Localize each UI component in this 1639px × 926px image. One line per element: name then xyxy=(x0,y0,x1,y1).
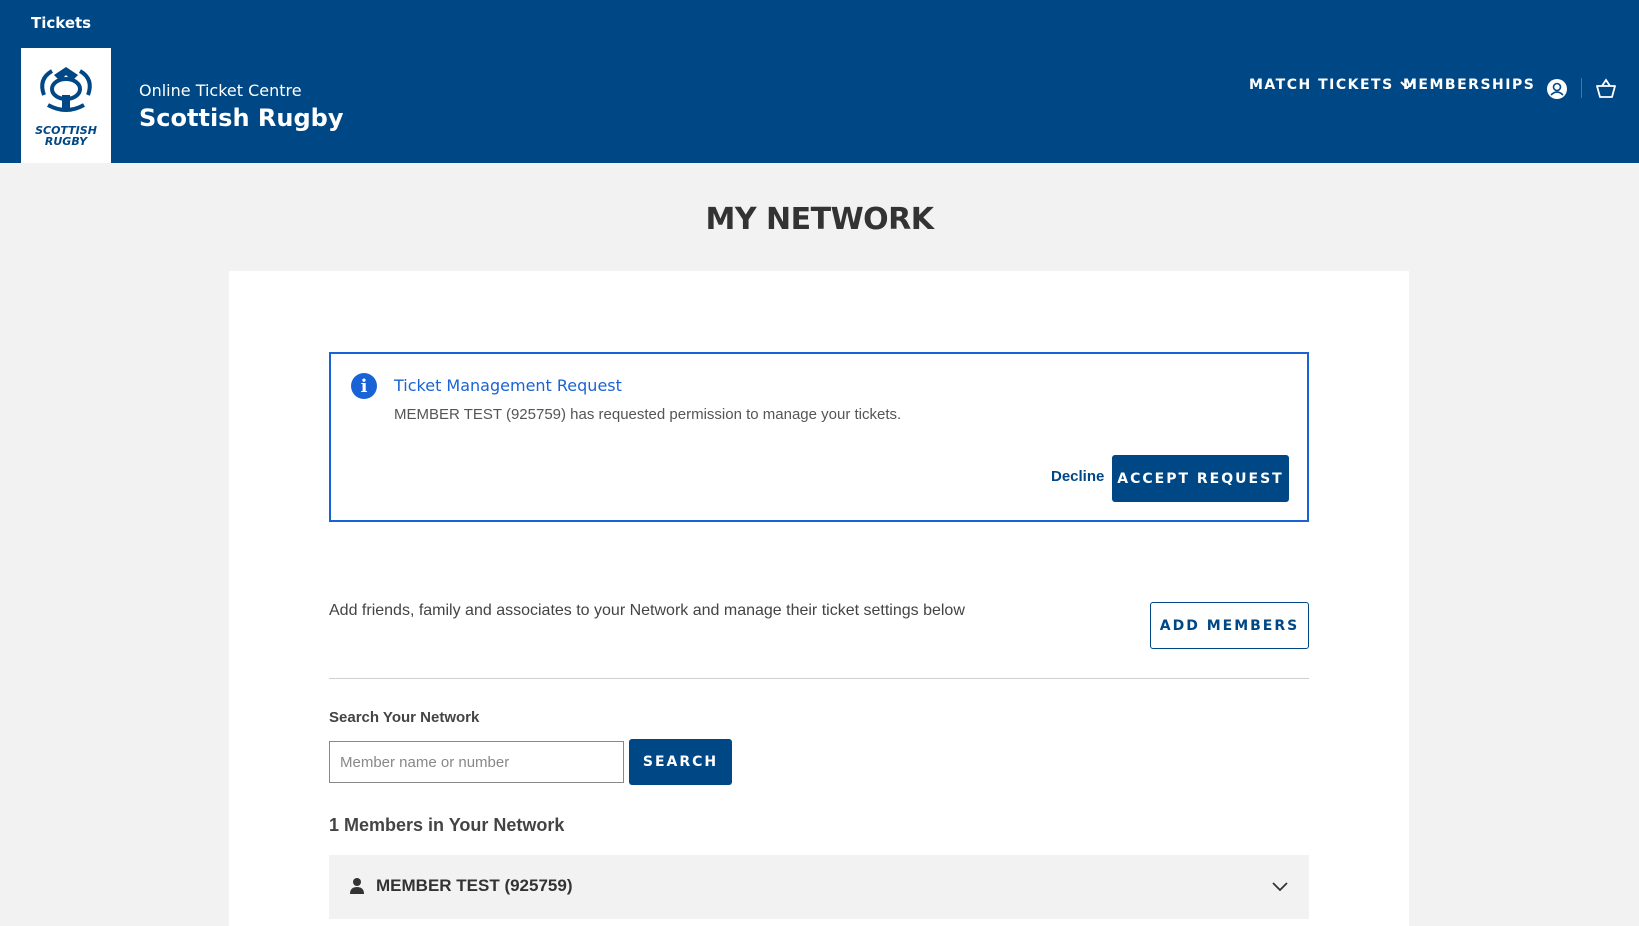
thistle-crest-icon xyxy=(40,66,92,112)
add-members-button[interactable]: ADD MEMBERS xyxy=(1150,602,1309,649)
site-header: Tickets SCOTTISH RUGBY Online Ticket Cen… xyxy=(0,0,1639,163)
ticket-management-alert: i Ticket Management Request MEMBER TEST … xyxy=(329,352,1309,522)
site-subtitle: Online Ticket Centre xyxy=(139,81,302,100)
basket-icon[interactable] xyxy=(1595,78,1617,100)
logo-wordmark: SCOTTISH RUGBY xyxy=(35,123,97,148)
nav-memberships[interactable]: MEMBERSHIPS xyxy=(1403,77,1535,93)
chevron-down-icon[interactable] xyxy=(1271,877,1289,895)
nav-match-tickets-label: MATCH TICKETS xyxy=(1249,77,1394,93)
scottish-rugby-logo[interactable]: SCOTTISH RUGBY xyxy=(21,48,111,163)
user-icon[interactable] xyxy=(1546,78,1568,100)
page-title: MY NETWORK xyxy=(705,202,934,237)
member-name: MEMBER TEST (925759) xyxy=(376,876,573,895)
search-label: Search Your Network xyxy=(329,709,480,726)
search-input[interactable] xyxy=(329,741,624,783)
alert-title: Ticket Management Request xyxy=(394,376,622,395)
network-card: i Ticket Management Request MEMBER TEST … xyxy=(229,271,1409,926)
info-icon: i xyxy=(351,373,377,399)
site-title[interactable]: Scottish Rugby xyxy=(139,104,343,132)
accept-request-button[interactable]: ACCEPT REQUEST xyxy=(1112,455,1289,502)
header-icon-divider xyxy=(1581,78,1582,98)
nav-match-tickets[interactable]: MATCH TICKETS xyxy=(1249,77,1414,93)
member-count: 1 Members in Your Network xyxy=(329,815,565,835)
search-button[interactable]: SEARCH xyxy=(629,739,732,785)
network-intro-text: Add friends, family and associates to yo… xyxy=(329,602,965,619)
section-divider xyxy=(329,678,1309,679)
tickets-home-link[interactable]: Tickets xyxy=(31,14,91,32)
decline-button[interactable]: Decline xyxy=(1051,468,1104,485)
person-icon xyxy=(350,878,364,894)
alert-message: MEMBER TEST (925759) has requested permi… xyxy=(394,406,902,423)
member-row[interactable]: MEMBER TEST (925759) xyxy=(329,855,1309,919)
